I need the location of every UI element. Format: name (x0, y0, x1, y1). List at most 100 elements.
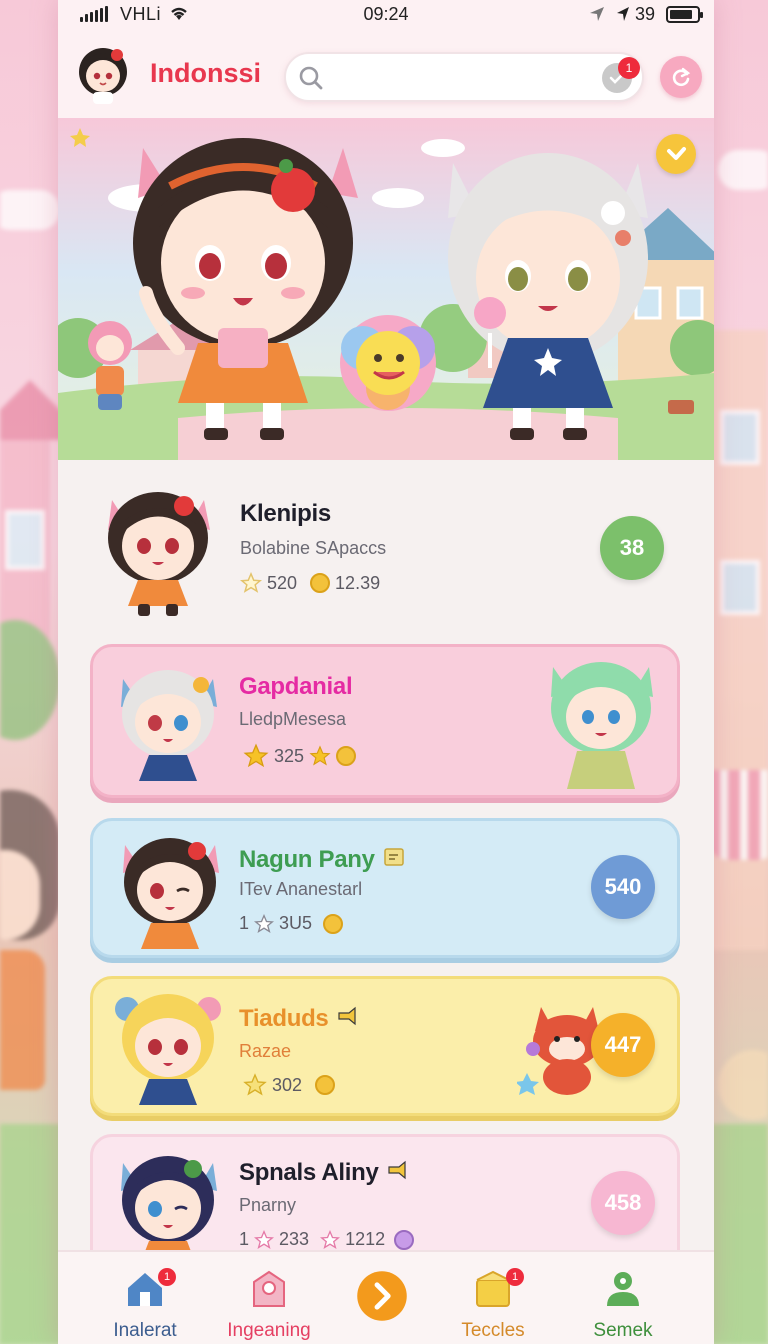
coin-icon (310, 573, 331, 593)
score-badge: 458 (591, 1171, 655, 1235)
card-subtitle: Pnarny (239, 1195, 297, 1215)
score-badge: 38 (600, 516, 664, 580)
card-subtitle: LledpMesesa (239, 709, 347, 729)
card-title: Klenipis (240, 500, 331, 527)
gems-count: 1212 (345, 1229, 386, 1249)
nav-item-box[interactable]: 1 Teccles (428, 1252, 558, 1344)
list-item[interactable]: Tiaduds Razae 302 447 (90, 976, 680, 1116)
status-number: 39 (635, 4, 656, 24)
search-icon[interactable] (298, 65, 324, 96)
scroll-icon (384, 848, 404, 866)
background-tree (0, 620, 60, 740)
character-avatar (108, 492, 210, 616)
star-icon (243, 743, 269, 768)
battery-icon (666, 6, 703, 23)
star-outline-icon (320, 1229, 341, 1249)
card-title: Nagun Pany (239, 845, 407, 874)
card-stats: 520 12.39 (240, 572, 380, 594)
coins-count: 233 (279, 1229, 310, 1249)
search-input[interactable] (338, 62, 588, 92)
refresh-button[interactable] (660, 56, 702, 98)
star-icon (243, 1073, 267, 1096)
app-title: Indonssi (150, 58, 262, 88)
nav-item-tag[interactable]: Ingeaning (204, 1252, 334, 1344)
list-item[interactable]: Nagun Pany ITev Ananestarl 1 3U5 540 (90, 818, 680, 958)
nav-label: Semek (593, 1320, 653, 1341)
list-item[interactable]: Spnals Aliny Pnarny 1 233 1212 458 (90, 1134, 680, 1250)
app-header: Indonssi 1 (58, 30, 714, 118)
nav-label: Ingeaning (227, 1320, 311, 1341)
score-badge: 447 (591, 1013, 655, 1077)
character-avatar (551, 662, 653, 789)
coins-count: 3U5 (279, 913, 313, 933)
card-title: Spnals Aliny (239, 1159, 409, 1187)
star-icon (309, 745, 331, 766)
notification-badge: 1 (618, 57, 640, 79)
card-stats: 1 233 1212 (239, 1229, 415, 1250)
stars-count: 1 (239, 1229, 250, 1249)
hero-banner[interactable] (58, 118, 714, 460)
card-subtitle: ITev Ananestarl (239, 879, 363, 899)
list-item[interactable]: Klenipis Bolabine SApaccs 520 12.39 38 (90, 476, 680, 626)
background-ball (718, 1050, 768, 1120)
stars-count: 302 (272, 1074, 303, 1095)
stars-count: 520 (267, 572, 298, 593)
hero-illustration (58, 128, 714, 460)
search-bar[interactable]: 1 (284, 52, 644, 102)
star-outline-icon (254, 1229, 275, 1249)
star-outline-icon (254, 913, 275, 933)
nav-label: Teccles (461, 1320, 525, 1341)
navigation-arrow-icon (617, 7, 629, 21)
status-right-text: 39 (616, 4, 655, 25)
character-avatar (115, 994, 221, 1105)
location-arrow-icon (588, 5, 606, 28)
tag-icon (253, 1270, 285, 1307)
refresh-icon (672, 67, 691, 87)
battery-level (670, 10, 692, 19)
hero-badge[interactable] (656, 134, 696, 174)
card-title: Gapdanial (239, 673, 353, 700)
person-icon (607, 1272, 639, 1306)
avatar[interactable] (74, 42, 132, 104)
bottom-navigation: 1 Inalerat Ingeaning 1 Teccles Semek (58, 1250, 714, 1344)
card-title: Tiaduds (239, 1005, 359, 1033)
card-title-text: Nagun Pany (239, 846, 375, 873)
card-subtitle: Razae (239, 1041, 292, 1061)
card-subtitle: Bolabine SApaccs (240, 538, 387, 558)
background-cloud (0, 190, 60, 230)
check-badge-icon (667, 147, 686, 160)
background-window (5, 510, 45, 570)
background-window (720, 410, 760, 465)
background-awning (708, 770, 768, 860)
character-list: Klenipis Bolabine SApaccs 520 12.39 38 G… (58, 460, 714, 1250)
card-title-text: Spnals Aliny (239, 1159, 379, 1186)
coin-icon (323, 913, 344, 934)
chevron-right-icon (357, 1271, 407, 1321)
trumpet-icon (388, 1160, 406, 1180)
status-bar: VHLi 09:24 39 (58, 0, 714, 30)
background-cloud (718, 150, 768, 190)
character-avatar (121, 670, 217, 781)
character-avatar (121, 1156, 217, 1250)
coin-icon (336, 746, 357, 766)
card-stats: 302 (243, 1073, 336, 1097)
character-avatar (123, 838, 219, 949)
stars-count: 1 (239, 913, 250, 933)
card-title-text: Tiaduds (239, 1005, 329, 1032)
score-badge: 540 (591, 855, 655, 919)
coin-icon (394, 1229, 415, 1250)
star-outline-icon (240, 572, 262, 593)
card-stats: 1 3U5 (239, 913, 344, 934)
background-window (720, 560, 760, 615)
nav-item-profile[interactable]: Semek (558, 1252, 688, 1344)
list-item[interactable]: Gapdanial LledpMesesa 325 (90, 644, 680, 798)
app-screen: VHLi 09:24 39 Indonssi 1 Klenipis Bolabi… (58, 0, 714, 1344)
voice-search-icon[interactable]: 1 (602, 57, 640, 93)
coin-icon (315, 1075, 336, 1095)
nav-item-home[interactable]: 1 Inalerat (80, 1252, 210, 1344)
nav-label: Inalerat (113, 1320, 177, 1341)
notification-badge: 1 (158, 1268, 176, 1286)
notification-badge: 1 (506, 1268, 524, 1286)
trumpet-icon (338, 1006, 356, 1026)
background-character (0, 790, 60, 1110)
